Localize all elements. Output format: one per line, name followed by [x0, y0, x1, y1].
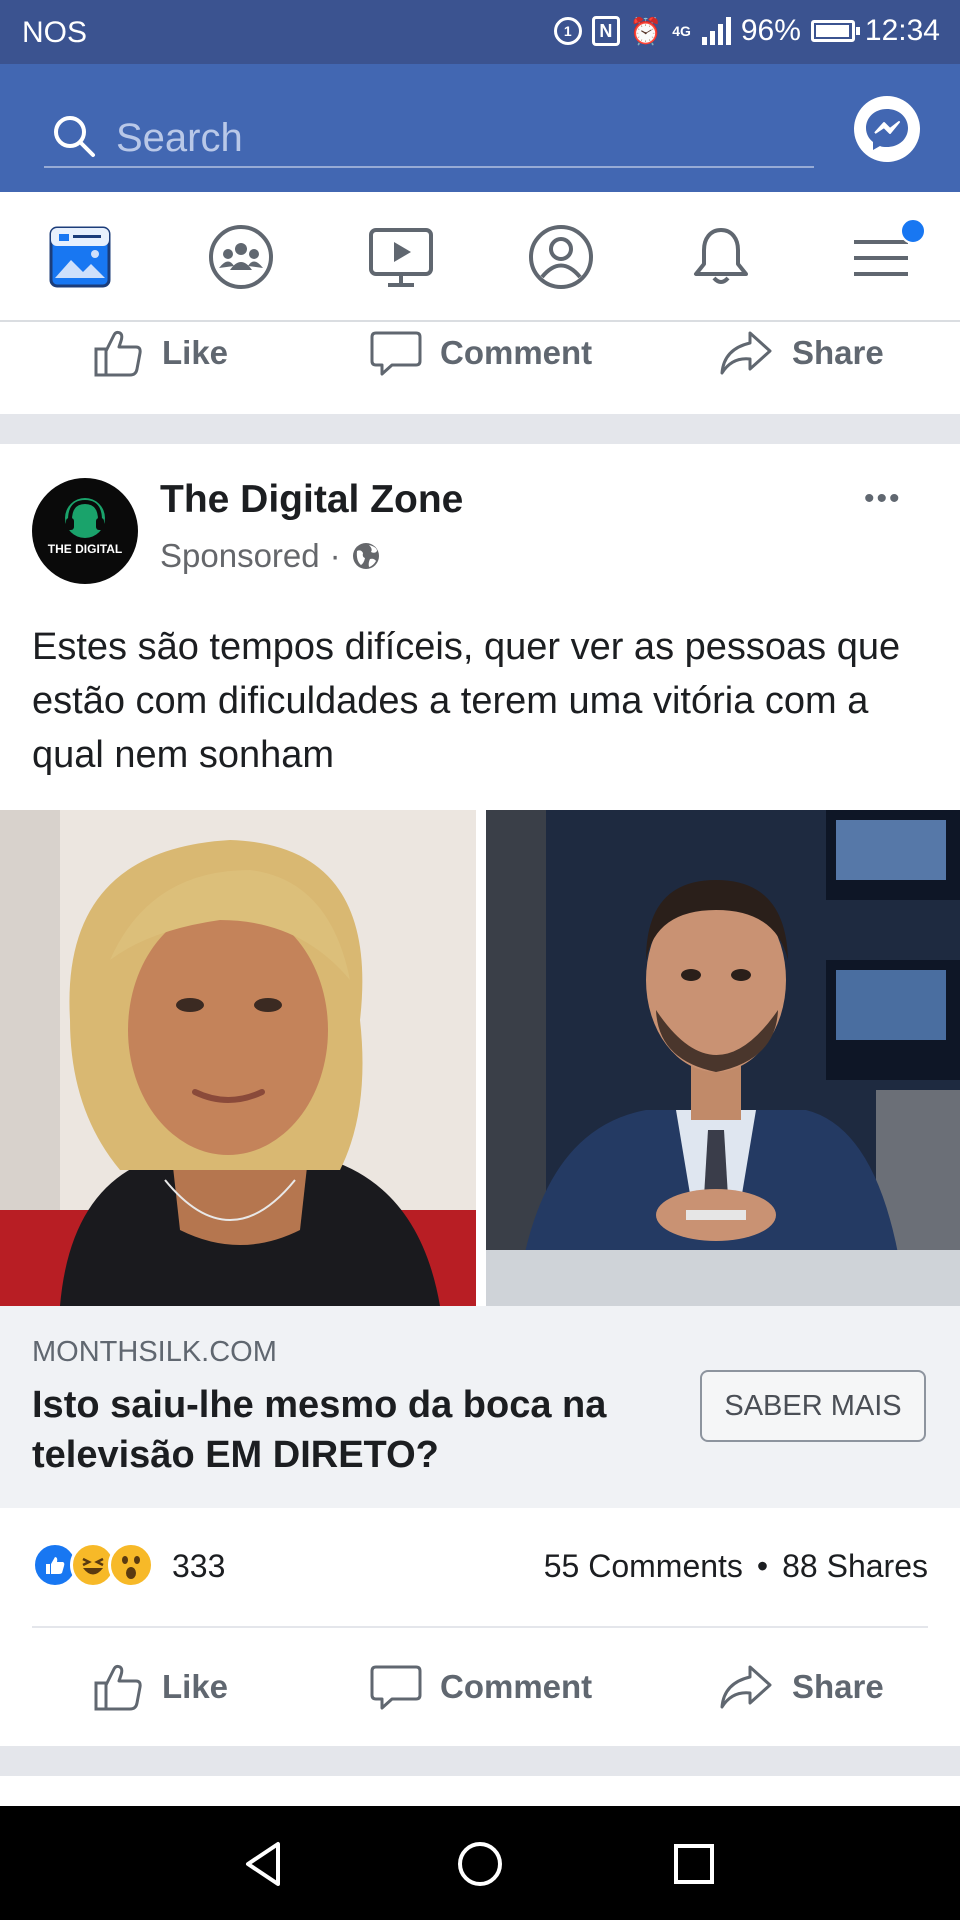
tab-profile[interactable]	[526, 222, 596, 292]
newsfeed-icon	[49, 226, 111, 288]
recents-icon[interactable]	[666, 1836, 722, 1892]
network-type: 4G	[672, 23, 691, 39]
watch-icon	[369, 228, 433, 287]
notification-dot	[900, 218, 926, 244]
previous-post-actions: Like Comment Share	[0, 306, 960, 400]
comment-icon	[370, 1665, 422, 1710]
post-image-woman[interactable]	[0, 810, 476, 1306]
app-header: Search	[0, 64, 960, 192]
globe-icon	[352, 543, 379, 569]
groups-icon	[209, 225, 273, 289]
laughing-face-icon	[82, 1557, 104, 1575]
search-placeholder: Search	[116, 116, 243, 160]
meta-separator: ·	[329, 537, 341, 574]
thumb-glyph-icon	[46, 1557, 65, 1574]
engagement-stats: 55 Comments • 88 Shares	[544, 1548, 928, 1585]
like-button[interactable]: Like	[92, 1640, 228, 1734]
share-icon	[720, 1665, 772, 1709]
share-icon	[720, 331, 772, 375]
link-preview[interactable]: MONTHSILK.COM Isto saiu-lhe mesmo da boc…	[0, 1306, 960, 1508]
thumbs-up-icon	[94, 330, 142, 377]
status-bar: NOS 1 N ⏰ 4G 96% 12:34	[0, 0, 960, 64]
comment-label: Comment	[440, 334, 593, 371]
share-label: Share	[792, 334, 884, 371]
link-title: Isto saiu-lhe mesmo da boca na televisão…	[32, 1384, 607, 1476]
more-options-button[interactable]: •••	[864, 482, 902, 516]
comment-label: Comment	[440, 1668, 593, 1705]
shares-count[interactable]: 88 Shares	[782, 1548, 928, 1585]
feed-separator-bottom	[0, 1746, 960, 1776]
tab-notifications[interactable]	[686, 222, 756, 292]
sim-badge-icon: 1	[553, 17, 582, 45]
reaction-count[interactable]: 333	[172, 1548, 225, 1585]
share-button[interactable]: Share	[718, 306, 884, 400]
comment-icon	[370, 331, 422, 376]
page-avatar[interactable]: THE DIGITAL	[32, 478, 138, 584]
like-label: Like	[162, 1668, 229, 1705]
search-icon	[54, 116, 95, 157]
like-label: Like	[162, 334, 229, 371]
reaction-icons[interactable]	[32, 1542, 154, 1588]
stats-separator: •	[756, 1548, 769, 1584]
messenger-button[interactable]	[854, 96, 920, 162]
thumbs-up-icon	[94, 1664, 142, 1711]
feed-separator	[0, 414, 960, 444]
share-button[interactable]: Share	[718, 1640, 884, 1734]
surprised-face-icon	[122, 1556, 140, 1579]
link-domain: MONTHSILK.COM	[32, 1336, 277, 1368]
back-icon[interactable]	[238, 1836, 294, 1892]
battery-icon	[810, 20, 860, 42]
battery-fill	[815, 25, 849, 37]
divider	[32, 1626, 928, 1628]
android-nav-bar	[0, 1806, 960, 1920]
post-text: Estes são tempos difíceis, quer ver as p…	[32, 626, 901, 776]
share-label: Share	[792, 1668, 884, 1705]
signal-icon	[701, 17, 731, 45]
tab-watch[interactable]	[366, 222, 436, 292]
comment-button[interactable]: Comment	[370, 1640, 592, 1734]
post-meta: Sponsored ·	[160, 537, 381, 575]
status-icons: 1 N ⏰ 4G 96% 12:34	[553, 14, 940, 48]
bell-icon	[694, 228, 748, 284]
tab-news-feed[interactable]	[45, 222, 115, 292]
anchor-photo	[486, 810, 960, 1306]
battery-percent: 96%	[740, 14, 801, 47]
wow-reaction-icon	[108, 1542, 154, 1588]
tab-groups[interactable]	[206, 222, 276, 292]
nav-tabs	[0, 192, 960, 322]
avatar-logo-text: THE DIGITAL	[47, 542, 123, 556]
woman-photo	[0, 810, 476, 1306]
comment-button[interactable]: Comment	[370, 306, 592, 400]
messenger-icon	[866, 109, 908, 150]
sponsored-label: Sponsored	[160, 537, 320, 574]
carrier-name: NOS	[22, 16, 88, 49]
comments-count[interactable]: 55 Comments	[544, 1548, 743, 1585]
alarm-icon: ⏰	[629, 16, 663, 46]
profile-icon	[529, 225, 593, 289]
post-actions: Like Comment Share	[0, 1640, 960, 1734]
clock: 12:34	[864, 14, 940, 47]
search-bar[interactable]: Search	[44, 100, 814, 168]
home-icon[interactable]	[452, 1836, 508, 1892]
page-name[interactable]: The Digital Zone	[160, 478, 463, 522]
post-image-anchor[interactable]	[486, 810, 960, 1306]
saber-mais-button[interactable]: SABER MAIS	[700, 1370, 926, 1442]
nfc-icon: N	[591, 16, 620, 46]
like-button[interactable]: Like	[92, 306, 228, 400]
headphones-logo-icon	[65, 498, 105, 538]
